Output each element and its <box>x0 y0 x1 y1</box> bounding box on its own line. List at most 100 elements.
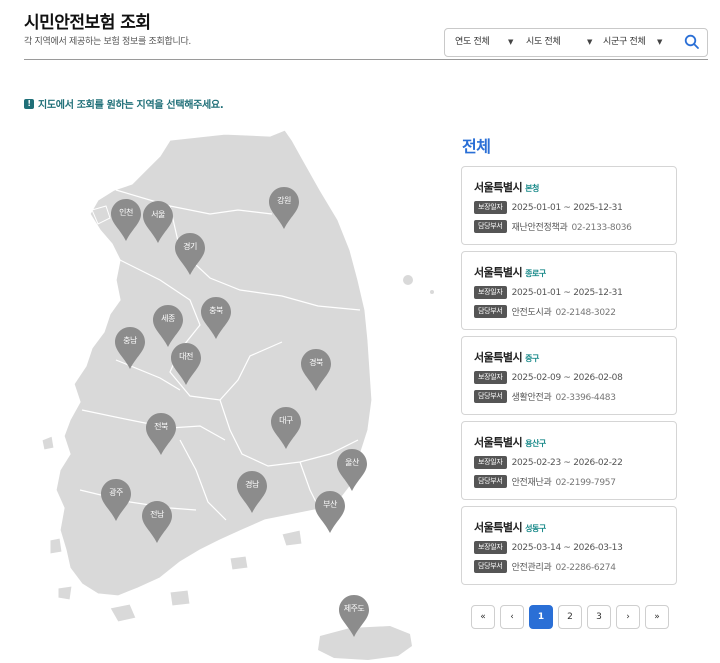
dept-badge: 담당부서 <box>474 390 507 403</box>
prev-page-button[interactable]: ‹ <box>500 605 524 629</box>
card-dept-row: 담당부서 생활안전과 02-3396-4483 <box>474 390 616 403</box>
card-period: 2025-02-09 ~ 2026-02-08 <box>511 372 623 383</box>
pin-gangwon[interactable]: 강원 <box>268 186 300 230</box>
card-phone: 02-2199-7957 <box>555 478 616 488</box>
map-pin-icon <box>271 407 301 449</box>
map-pin-icon <box>315 491 345 533</box>
pin-daegu[interactable]: 대구 <box>270 406 302 450</box>
dept-badge: 담당부서 <box>474 305 507 318</box>
card-phone: 02-2148-3022 <box>555 308 616 318</box>
pin-chungbuk[interactable]: 충북 <box>200 296 232 340</box>
card-dept: 안전관리과 <box>511 563 552 573</box>
pin-gyeongnam[interactable]: 경남 <box>236 470 268 514</box>
search-button[interactable] <box>683 33 701 51</box>
ulleungdo-island <box>403 275 413 285</box>
card-city: 서울특별시 본청 <box>474 179 539 195</box>
card-dept-row: 담당부서 재난안전정책과 02-2133-8036 <box>474 220 632 233</box>
first-page-button[interactable]: « <box>471 605 495 629</box>
pin-label: 경기 <box>183 242 197 251</box>
korea-map-shape <box>41 129 434 660</box>
map-pin-icon <box>201 297 231 339</box>
result-card[interactable]: 서울특별시 종로구 보장일자 2025-01-01 ~ 2025-12-31 담당부… <box>461 251 677 330</box>
result-card[interactable]: 서울특별시 중구 보장일자 2025-02-09 ~ 2026-02-08 담당부서… <box>461 336 677 415</box>
card-city-name: 서울특별시 <box>474 351 523 364</box>
pin-ulsan[interactable]: 울산 <box>336 448 368 492</box>
province-select-value: 시도 전체 <box>526 37 561 47</box>
map-pin-icon <box>101 479 131 521</box>
card-phone: 02-2133-8036 <box>571 223 632 233</box>
card-district: 용산구 <box>525 439 546 448</box>
pin-label: 대전 <box>179 352 193 361</box>
info-icon: ! <box>24 98 34 109</box>
page-button-2[interactable]: 2 <box>558 605 582 629</box>
result-card[interactable]: 서울특별시 용산구 보장일자 2025-02-23 ~ 2026-02-22 담당부… <box>461 421 677 500</box>
card-dept-info: 안전재난과 02-2199-7957 <box>512 475 616 488</box>
map-pin-icon <box>111 199 141 241</box>
page-subtitle: 각 지역에서 제공하는 보험 정보를 조회합니다. <box>24 37 191 47</box>
search-icon <box>684 34 699 49</box>
card-district: 성동구 <box>525 524 546 533</box>
card-dept-row: 담당부서 안전도시과 02-2148-3022 <box>474 305 616 318</box>
card-dept-info: 재난안전정책과 02-2133-8036 <box>512 220 632 233</box>
card-city: 서울특별시 용산구 <box>474 434 546 450</box>
result-card[interactable]: 서울특별시 성동구 보장일자 2025-03-14 ~ 2026-03-13 담당부… <box>461 506 677 585</box>
page-header: 시민안전보험 조회 각 지역에서 제공하는 보험 정보를 조회합니다. 연도 전… <box>24 0 708 60</box>
result-list: 서울특별시 본청 보장일자 2025-01-01 ~ 2025-12-31 담당부서… <box>461 166 677 591</box>
district-select-value: 시군구 전체 <box>603 37 646 47</box>
map-pin-icon <box>175 233 205 275</box>
card-period-row: 보장일자 2025-03-14 ~ 2026-03-13 <box>474 541 623 554</box>
map-pin-icon <box>301 349 331 391</box>
card-period: 2025-03-14 ~ 2026-03-13 <box>511 542 623 553</box>
page-button-1[interactable]: 1 <box>529 605 553 629</box>
card-city: 서울특별시 중구 <box>474 349 539 365</box>
result-list-title: 전체 <box>462 137 491 156</box>
pin-busan[interactable]: 부산 <box>314 490 346 534</box>
pin-incheon[interactable]: 인천 <box>110 198 142 242</box>
pin-jeju[interactable]: 제주도 <box>338 594 370 638</box>
card-dept-row: 담당부서 안전재난과 02-2199-7957 <box>474 475 616 488</box>
chevron-down-icon: ▼ <box>657 38 663 46</box>
card-dept-info: 안전도시과 02-2148-3022 <box>512 305 616 318</box>
card-city-name: 서울특별시 <box>474 436 523 449</box>
pin-gwangju[interactable]: 광주 <box>100 478 132 522</box>
card-period-row: 보장일자 2025-02-09 ~ 2026-02-08 <box>474 371 623 384</box>
chevron-down-icon: ▼ <box>508 38 514 46</box>
map-pin-icon <box>115 327 145 369</box>
dept-badge: 담당부서 <box>474 220 507 233</box>
period-badge: 보장일자 <box>474 286 507 299</box>
pin-jeonbuk[interactable]: 전북 <box>145 412 177 456</box>
pin-daejeon[interactable]: 대전 <box>170 342 202 386</box>
pin-gyeongbuk[interactable]: 경북 <box>300 348 332 392</box>
pin-label: 제주도 <box>343 604 365 613</box>
pin-label: 전남 <box>150 510 164 519</box>
map-pin-icon <box>143 201 173 243</box>
card-city: 서울특별시 성동구 <box>474 519 546 535</box>
period-badge: 보장일자 <box>474 541 507 554</box>
pin-chungnam[interactable]: 충남 <box>114 326 146 370</box>
next-page-button[interactable]: › <box>616 605 640 629</box>
district-select[interactable]: 시군구 전체 ▼ <box>603 29 665 56</box>
map-pin-icon <box>269 187 299 229</box>
province-select[interactable]: 시도 전체 ▼ <box>526 29 592 56</box>
card-period-row: 보장일자 2025-02-23 ~ 2026-02-22 <box>474 456 623 469</box>
card-phone: 02-2286-6274 <box>555 563 616 573</box>
map-pin-icon <box>237 471 267 513</box>
pin-label: 충남 <box>123 336 137 345</box>
page-button-3[interactable]: 3 <box>587 605 611 629</box>
pin-label: 부산 <box>323 500 337 509</box>
pin-gyeonggi[interactable]: 경기 <box>174 232 206 276</box>
card-dept: 안전재난과 <box>511 478 552 488</box>
result-card[interactable]: 서울특별시 본청 보장일자 2025-01-01 ~ 2025-12-31 담당부서… <box>461 166 677 245</box>
pin-label: 대구 <box>279 416 293 425</box>
map-pin-icon <box>171 343 201 385</box>
card-dept-info: 생활안전과 02-3396-4483 <box>512 390 616 403</box>
card-period: 2025-02-23 ~ 2026-02-22 <box>511 457 623 468</box>
card-period: 2025-01-01 ~ 2025-12-31 <box>511 202 623 213</box>
card-city-name: 서울특별시 <box>474 521 523 534</box>
map-notice: ! 지도에서 조회를 원하는 지역을 선택해주세요. <box>24 96 224 111</box>
period-badge: 보장일자 <box>474 456 507 469</box>
year-select[interactable]: 연도 전체 ▼ <box>455 29 515 56</box>
pin-seoul[interactable]: 서울 <box>142 200 174 244</box>
pin-jeonnam[interactable]: 전남 <box>141 500 173 544</box>
last-page-button[interactable]: » <box>645 605 669 629</box>
